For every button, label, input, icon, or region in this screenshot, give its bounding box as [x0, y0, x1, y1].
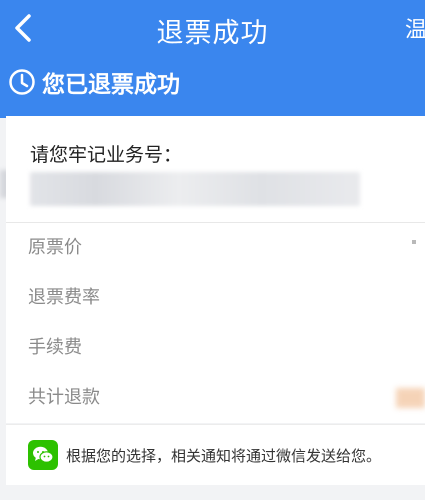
- fee-row-refund-rate: 退票费率: [28, 287, 100, 308]
- redacted-order-number: [30, 172, 360, 206]
- header: 退票成功 温 您已退票成功: [0, 0, 425, 118]
- status-row: 您已退票成功: [8, 66, 180, 98]
- status-text: 您已退票成功: [42, 72, 180, 98]
- decorative-blur: [396, 388, 425, 408]
- wechat-notice: 根据您的选择，相关通知将通过微信发送给您。: [6, 424, 425, 485]
- clock-icon: [8, 68, 36, 96]
- fee-row-handling-fee: 手续费: [28, 337, 82, 358]
- right-action-button[interactable]: 温: [405, 12, 425, 44]
- fee-list: 原票价 退票费率 手续费 共计退款: [6, 222, 425, 423]
- nav-bar: 退票成功 温: [0, 0, 425, 56]
- notice-text: 根据您的选择，相关通知将通过微信发送给您。: [66, 446, 382, 465]
- value-mark: [412, 240, 416, 244]
- order-number-label: 请您牢记业务号：: [30, 144, 183, 166]
- order-number-card: 请您牢记业务号：: [6, 116, 425, 222]
- page-title: 退票成功: [156, 18, 269, 49]
- fee-row-total-refund: 共计退款: [28, 387, 100, 408]
- fee-row-original-price: 原票价: [28, 237, 82, 258]
- wechat-icon: [28, 440, 58, 470]
